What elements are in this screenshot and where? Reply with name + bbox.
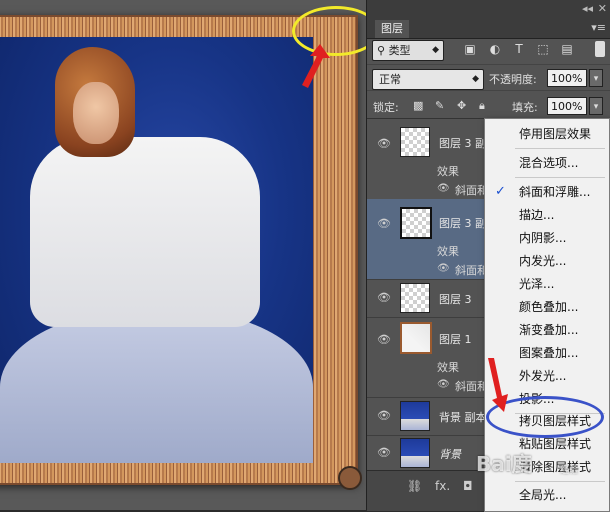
opacity-field[interactable]: 100% <box>547 69 587 87</box>
red-arrow-menu <box>488 358 508 412</box>
fill-dropdown-icon[interactable]: ▾ <box>589 97 603 115</box>
collapse-icon[interactable]: ◂◂ <box>582 2 593 15</box>
menu-separator <box>515 148 605 149</box>
layer-name: 背景 <box>439 448 461 461</box>
layer-thumbnail <box>400 322 432 354</box>
close-icon[interactable]: ✕ <box>598 2 607 15</box>
photo-skirt <box>0 307 313 463</box>
menu-separator <box>515 481 605 482</box>
lock-label: 锁定: <box>373 101 399 114</box>
checkmark-icon: ✓ <box>495 184 506 199</box>
tab-layers[interactable]: 图层 <box>375 20 409 38</box>
eye-icon[interactable]: 👁︎ <box>377 217 391 230</box>
layer-thumbnail <box>400 401 430 431</box>
layer-name: 图层 3 副 <box>439 137 486 150</box>
photo-shirt <box>30 137 260 327</box>
fill-label: 填充: <box>512 101 538 114</box>
eye-icon[interactable]: 👁︎ <box>377 291 391 304</box>
lock-all-icon[interactable]: 🔒︎ <box>479 99 485 113</box>
select-arrows-icon: ◆ <box>472 74 479 84</box>
adjustment-filter-icon[interactable]: ◐ <box>488 42 502 56</box>
search-icon: ⚲ <box>377 44 386 57</box>
eye-icon[interactable]: 👁︎ <box>437 379 450 390</box>
menu-separator <box>515 177 605 178</box>
select-arrows-icon: ◆ <box>432 45 439 55</box>
woman-photo <box>0 37 313 463</box>
effects-label: 效果 <box>437 361 459 374</box>
menu-item-color-overlay[interactable]: 颜色叠加... <box>485 296 609 318</box>
type-filter-icon[interactable]: T <box>512 42 526 56</box>
lock-row: 锁定: ▩ ✎ ✥ 🔒︎ 填充: 100% ▾ <box>367 90 610 119</box>
eye-icon[interactable]: 👁︎ <box>437 263 450 274</box>
menu-item-inner-shadow[interactable]: 内阴影... <box>485 227 609 249</box>
lock-move-icon[interactable]: ✥ <box>457 99 466 112</box>
mask-icon[interactable]: ◘ <box>463 479 473 493</box>
link-icon[interactable]: ⛓︎ <box>407 479 422 493</box>
opacity-label: 不透明度: <box>489 73 537 86</box>
panel-tab-row: 图层 ▾≡ <box>367 18 610 39</box>
pixel-filter-icon[interactable]: ▣ <box>463 42 477 56</box>
menu-item-global-light[interactable]: 全局光... <box>485 484 609 506</box>
filter-type-label: 类型 <box>388 44 411 57</box>
filter-toggle[interactable] <box>595 41 605 57</box>
menu-item-stroke[interactable]: 描边... <box>485 204 609 226</box>
layer-thumbnail <box>400 207 432 239</box>
shape-filter-icon[interactable]: ⬚ <box>536 42 550 56</box>
layer-name: 图层 3 <box>439 293 472 306</box>
red-arrow-canvas <box>302 44 330 88</box>
eye-icon[interactable]: 👁︎ <box>377 446 391 459</box>
lock-transparent-icon[interactable]: ▩ <box>413 99 423 112</box>
eye-icon[interactable]: 👁︎ <box>437 183 450 194</box>
menu-item-satin[interactable]: 光泽... <box>485 273 609 295</box>
layer-name: 背景 副本 <box>439 411 487 424</box>
filter-row: ⚲ 类型 ◆ ▣ ◐ T ⬚ ▤ <box>367 38 610 64</box>
menu-item-disable-effects[interactable]: 停用图层效果 <box>485 123 609 145</box>
layer-thumbnail <box>400 283 430 313</box>
blend-mode-value: 正常 <box>379 73 401 86</box>
lock-brush-icon[interactable]: ✎ <box>435 99 444 112</box>
panel-title-bar: ◂◂ ✕ <box>367 0 610 18</box>
baidu-watermark: Bai度 <box>476 452 532 476</box>
effects-label: 效果 <box>437 245 459 258</box>
menu-item-blending-options[interactable]: 混合选项... <box>485 152 609 174</box>
layer-thumbnail <box>400 438 430 468</box>
menu-item-bevel-emboss[interactable]: ✓ 斜面和浮雕... <box>485 181 609 203</box>
eye-icon[interactable]: 👁︎ <box>377 137 391 150</box>
blend-mode-row: 正常 ◆ 不透明度: 100% ▾ <box>367 64 610 91</box>
eye-icon[interactable]: 👁︎ <box>377 409 391 422</box>
filter-type-select[interactable]: ⚲ 类型 ◆ <box>372 40 444 61</box>
eye-icon[interactable]: 👁︎ <box>377 333 391 346</box>
layer-name: 图层 3 副 <box>439 217 486 230</box>
fill-field[interactable]: 100% <box>547 97 587 115</box>
layer-name: 图层 1 <box>439 333 472 346</box>
panel-menu-icon[interactable]: ▾≡ <box>591 21 606 34</box>
baidu-watermark-sub: 经验 <box>560 466 579 476</box>
menu-item-gradient-overlay[interactable]: 渐变叠加... <box>485 319 609 341</box>
menu-item-inner-glow[interactable]: 内发光... <box>485 250 609 272</box>
layer-thumbnail <box>400 127 430 157</box>
fx-button[interactable]: fx. <box>435 479 450 493</box>
frame-corner-circle <box>338 466 362 490</box>
opacity-dropdown-icon[interactable]: ▾ <box>589 69 603 87</box>
blend-mode-select[interactable]: 正常 ◆ <box>372 69 484 90</box>
effects-label: 效果 <box>437 165 459 178</box>
smart-object-filter-icon[interactable]: ▤ <box>560 42 574 56</box>
photo-face <box>73 82 119 144</box>
